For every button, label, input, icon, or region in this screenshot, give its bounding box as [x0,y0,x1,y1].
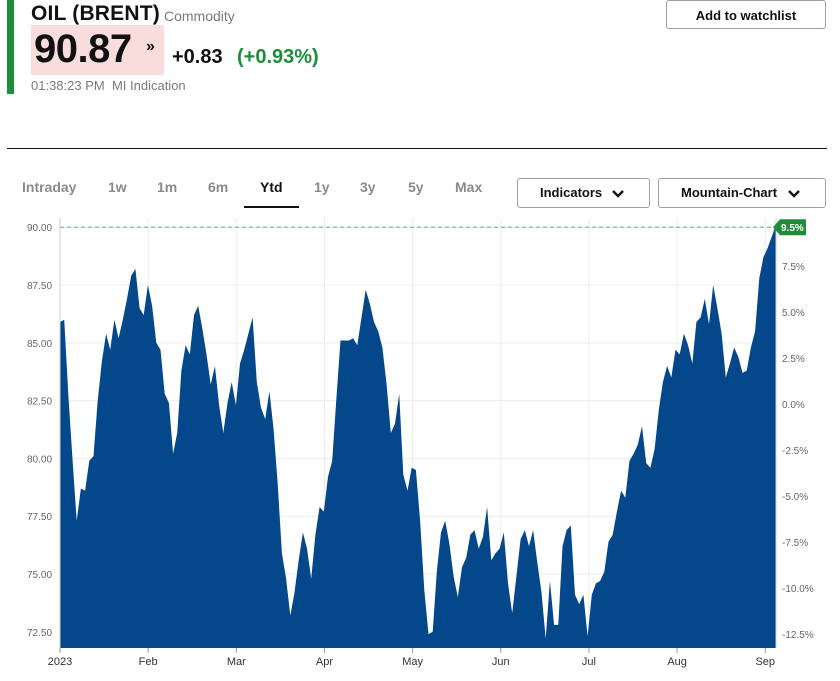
tab-ytd[interactable]: Ytd [260,179,283,195]
add-to-watchlist-button[interactable]: Add to watchlist [666,0,826,29]
last-price: 90.87 [34,27,132,71]
tab-1w[interactable]: 1w [108,179,127,195]
y-tick-label: 75.00 [27,570,52,581]
price-chart: 9.5% 72.50 75.00 77.50 80.00 82.50 85.00 87.50… [27,218,814,668]
quote-timestamp: 01:38:23 PM MI Indication [31,78,186,93]
chart-type-label: Mountain-Chart [681,185,778,200]
indicators-dropdown[interactable]: Indicators [517,178,650,208]
x-tick-label: Feb [139,656,158,668]
y-tick-label: 72.50 [27,628,52,639]
x-tick-label: 2023 [48,656,72,668]
x-tick-label: Jun [492,656,510,668]
y2-tick-label: -5.0% [782,492,808,503]
y-tick-label: 77.50 [27,512,52,523]
y2-axis-ticks: -12.5% -10.0% -7.5% -5.0% -2.5% 0.0% 2.5% 5.0% 7… [782,262,814,641]
indicators-label: Indicators [540,185,603,200]
y2-tick-label: -7.5% [782,538,808,549]
y2-tick-label: -12.5% [782,630,814,641]
y2-tick-label: 0.0% [782,400,805,411]
tab-3y[interactable]: 3y [360,179,376,195]
x-tick-label: Apr [316,656,333,668]
quote-source: MI Indication [111,78,186,93]
y-tick-label: 90.00 [27,223,52,234]
x-tick-label: Mar [227,656,246,668]
y-tick-label: 82.50 [27,397,52,408]
tab-1y[interactable]: 1y [314,179,330,195]
price-area [60,224,776,648]
tab-max[interactable]: Max [455,179,482,195]
percent-badge: 9.5% [773,219,806,236]
instrument-name: OIL (BRENT) [31,2,160,25]
instrument-type: Commodity [164,8,235,24]
section-divider [7,148,827,149]
y2-tick-label: 7.5% [782,262,805,273]
percent-badge-label: 9.5% [781,223,804,234]
y-tick-label: 80.00 [27,454,52,465]
y-axis-ticks: 72.50 75.00 77.50 80.00 82.50 85.00 87.50 90.00 [27,223,52,639]
x-tick-label: May [402,656,423,668]
quote-time: 01:38:23 PM [31,78,105,93]
y2-tick-label: 2.5% [782,354,805,365]
active-tab-underline [244,206,299,208]
y2-tick-label: 5.0% [782,308,805,319]
accent-bar [7,0,14,94]
price-change: +0.83 [172,46,223,68]
tab-intraday[interactable]: Intraday [22,179,76,195]
x-axis-ticks: 2023 Feb Mar Apr May Jun Jul Aug Sep [48,648,775,668]
x-tick-label: Aug [667,656,687,668]
chart-type-dropdown[interactable]: Mountain-Chart [658,178,826,208]
y-tick-label: 85.00 [27,339,52,350]
tab-6m[interactable]: 6m [208,179,228,195]
tab-5y[interactable]: 5y [408,179,424,195]
x-tick-label: Jul [582,656,596,668]
chevron-down-icon [788,190,800,198]
chevron-down-icon [612,190,624,198]
y-tick-label: 87.50 [27,281,52,292]
y2-tick-label: -2.5% [782,446,808,457]
price-change-percent: (+0.93%) [237,46,319,68]
y2-tick-label: -10.0% [782,584,814,595]
tab-1m[interactable]: 1m [157,179,177,195]
x-tick-label: Sep [755,656,775,668]
range-tabs: Intraday 1w 1m 6m Ytd 1y 3y 5y Max [14,172,514,210]
price-arrow-icon: » [146,38,155,55]
